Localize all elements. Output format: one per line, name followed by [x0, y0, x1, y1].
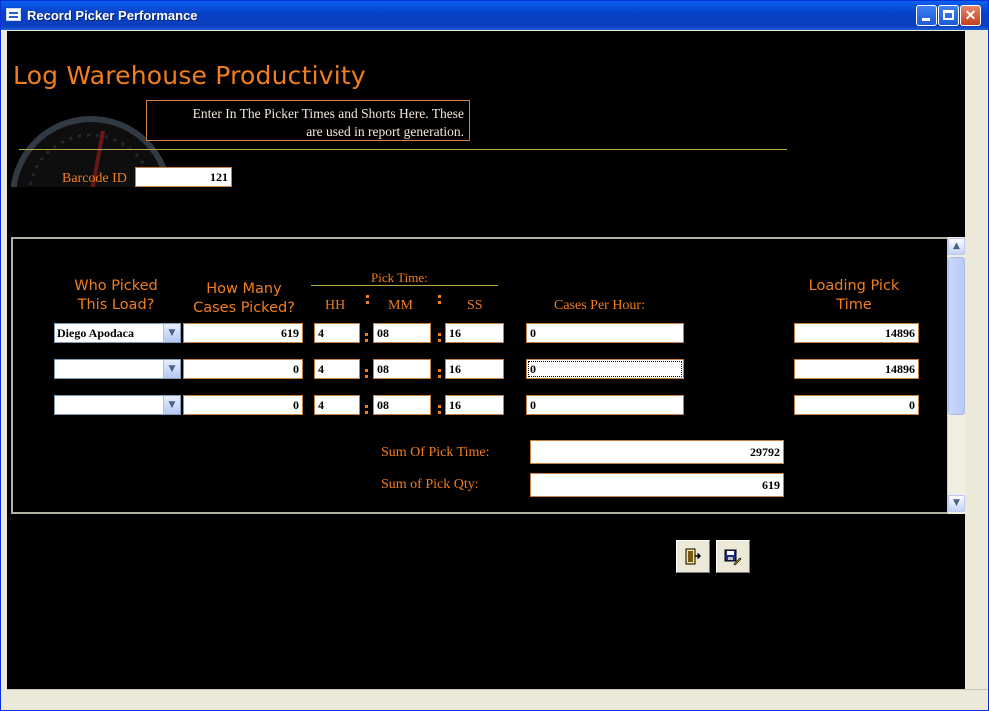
colon-row-3b	[365, 411, 368, 414]
hh-input-row-2[interactable]: 4	[314, 359, 360, 379]
picker-combo-row-2[interactable]: ▼	[54, 359, 181, 379]
hh-header: HH	[325, 298, 346, 313]
ss-input-row-1[interactable]: 16	[445, 323, 504, 343]
colon-row-2c	[438, 369, 441, 372]
colon-row-1c	[438, 333, 441, 336]
colon-row-3d	[438, 411, 441, 414]
loading-pick-time-input-row-3[interactable]: 0	[794, 395, 919, 415]
cases-picked-header-line1: How Many	[206, 281, 282, 297]
colon-row-2b	[365, 375, 368, 378]
picker-combo-row-1[interactable]: Diego Apodaca ▼	[54, 323, 181, 343]
cases-picked-header: How Many Cases Picked?	[187, 280, 301, 318]
save-record-button[interactable]	[716, 540, 750, 573]
ss-header: SS	[467, 298, 483, 313]
maximize-icon	[943, 10, 954, 20]
title-bar[interactable]: Record Picker Performance ✕	[1, 1, 988, 30]
window-right-frame	[965, 31, 988, 689]
mm-ss-separator-b	[438, 301, 441, 304]
cases-picked-input-row-3[interactable]: 0	[183, 395, 303, 415]
minimize-button[interactable]	[916, 5, 937, 26]
ss-input-row-2[interactable]: 16	[445, 359, 504, 379]
chevron-down-icon[interactable]: ▼	[163, 396, 180, 414]
picker-value: Diego Apodaca	[57, 326, 135, 340]
close-button[interactable]: ✕	[960, 5, 981, 26]
sum-pick-time-label: Sum Of Pick Time:	[381, 445, 490, 460]
colon-row-1a	[365, 333, 368, 336]
instructions-box: Enter In The Picker Times and Shorts Her…	[146, 100, 470, 141]
app-window: Record Picker Performance ✕ Log Warehous…	[0, 0, 989, 711]
sum-pick-time-value: 29792	[530, 440, 784, 464]
who-picked-header-line1: Who Picked	[74, 278, 158, 294]
scroll-up-icon[interactable]: ▲	[948, 238, 965, 255]
cases-per-hour-header: Cases Per Hour:	[554, 298, 645, 313]
instructions-line-2: are used in report generation.	[306, 124, 464, 139]
who-picked-header: Who Picked This Load?	[57, 277, 175, 315]
barcode-label: Barcode ID	[62, 171, 127, 186]
barcode-input[interactable]: 121	[135, 167, 232, 187]
picker-combo-row-3[interactable]: ▼	[54, 395, 181, 415]
minimize-icon	[922, 18, 930, 21]
ss-input-row-3[interactable]: 16	[445, 395, 504, 415]
colon-row-2a	[365, 369, 368, 372]
loading-pick-time-header: Loading Pick Time	[795, 277, 913, 315]
cases-picked-header-line2: Cases Picked?	[193, 300, 295, 316]
sum-pick-qty-label: Sum of Pick Qty:	[381, 477, 479, 492]
form-icon	[6, 8, 21, 21]
exit-door-icon	[685, 548, 702, 565]
loading-pick-time-input-row-1[interactable]: 14896	[794, 323, 919, 343]
chevron-down-icon[interactable]: ▼	[163, 360, 180, 378]
header-divider	[19, 149, 787, 150]
save-record-icon	[724, 549, 742, 566]
colon-row-3c	[438, 405, 441, 408]
hh-mm-separator-b	[366, 301, 369, 304]
mm-input-row-2[interactable]: 08	[373, 359, 431, 379]
loading-pick-time-input-row-2[interactable]: 14896	[794, 359, 919, 379]
scroll-down-icon[interactable]: ▼	[948, 495, 965, 512]
subform-scrollbar[interactable]: ▲ ▼	[947, 237, 965, 514]
mm-input-row-3[interactable]: 08	[373, 395, 431, 415]
chevron-down-icon[interactable]: ▼	[163, 324, 180, 342]
sum-pick-qty-value: 619	[530, 473, 784, 497]
loading-header-line2: Time	[836, 297, 872, 313]
window-bottom-frame	[7, 689, 988, 710]
window-title: Record Picker Performance	[27, 8, 198, 23]
colon-row-3a	[365, 405, 368, 408]
page-title: Log Warehouse Productivity	[13, 61, 366, 90]
colon-row-1b	[365, 339, 368, 342]
exit-button[interactable]	[676, 540, 710, 573]
pick-time-header: Pick Time:	[371, 270, 428, 285]
close-icon: ✕	[964, 7, 977, 23]
instructions-line-1: Enter In The Picker Times and Shorts Her…	[192, 106, 464, 121]
cases-per-hour-input-row-1[interactable]: 0	[526, 323, 684, 343]
cases-picked-input-row-1[interactable]: 619	[183, 323, 303, 343]
cases-per-hour-input-row-2[interactable]: 0	[526, 359, 684, 379]
maximize-button[interactable]	[938, 5, 959, 26]
who-picked-header-line2: This Load?	[77, 297, 155, 313]
hh-input-row-1[interactable]: 4	[314, 323, 360, 343]
scroll-thumb[interactable]	[948, 257, 965, 415]
mm-header: MM	[388, 298, 413, 313]
cases-per-hour-input-row-3[interactable]: 0	[526, 395, 684, 415]
hh-mm-separator	[366, 295, 369, 298]
pick-time-underline	[311, 285, 498, 286]
mm-input-row-1[interactable]: 08	[373, 323, 431, 343]
colon-row-1d	[438, 339, 441, 342]
hh-input-row-3[interactable]: 4	[314, 395, 360, 415]
cases-picked-input-row-2[interactable]: 0	[183, 359, 303, 379]
mm-ss-separator	[438, 295, 441, 298]
colon-row-2d	[438, 375, 441, 378]
loading-header-line1: Loading Pick	[808, 278, 900, 294]
